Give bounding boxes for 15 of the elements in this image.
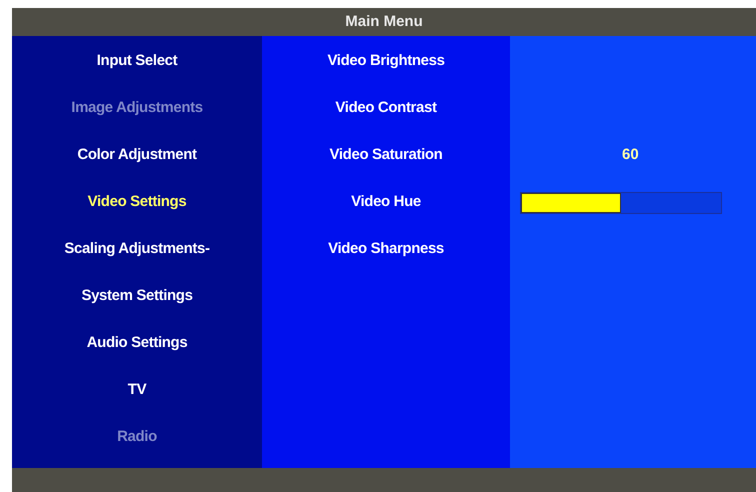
submenu-item[interactable]: Video Saturation xyxy=(262,132,510,179)
level-track[interactable] xyxy=(520,192,722,214)
menu-item[interactable]: TV xyxy=(12,367,262,414)
menu-item[interactable]: Color Adjustment xyxy=(12,132,262,179)
menu-item[interactable]: System Settings xyxy=(12,273,262,320)
menu-item[interactable]: Video Settings xyxy=(12,179,262,226)
value-reading: 60 xyxy=(622,145,639,166)
submenu-item[interactable]: Video Contrast xyxy=(262,85,510,132)
menu-item[interactable]: Scaling Adjustments- xyxy=(12,226,262,273)
menu-item[interactable]: Input Select xyxy=(12,38,262,85)
submenu-item[interactable]: Video Hue xyxy=(262,179,510,226)
submenu-item[interactable]: Video Sharpness xyxy=(262,226,510,273)
menu-item[interactable]: Audio Settings xyxy=(12,320,262,367)
submenu-item[interactable]: Video Brightness xyxy=(262,38,510,85)
window-title: Main Menu xyxy=(345,12,423,32)
